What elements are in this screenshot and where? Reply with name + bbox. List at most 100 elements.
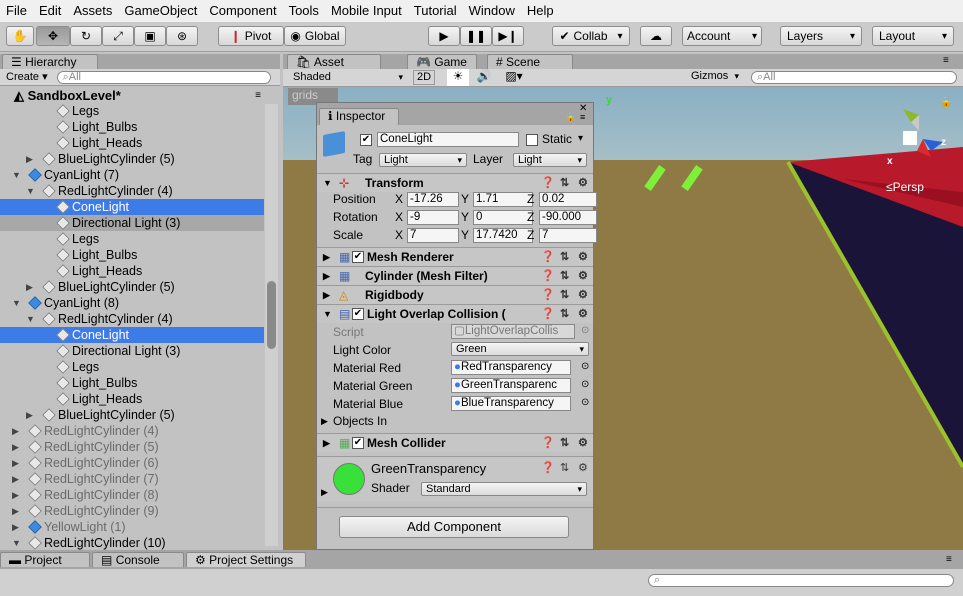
tab-asset-store[interactable]: 🛍 Asset Store — [287, 54, 381, 83]
hierarchy-row[interactable]: Light_Bulbs — [0, 247, 264, 263]
pivot-button[interactable]: ❙ Pivot — [218, 26, 284, 46]
menu-item-window[interactable]: Window — [463, 0, 521, 22]
transform-tool-button[interactable]: ⊛ — [166, 26, 198, 46]
menu-item-component[interactable]: Component — [203, 0, 282, 22]
tag-dropdown[interactable]: Light — [379, 153, 467, 167]
tab-console[interactable]: ▤ Console — [92, 552, 184, 567]
menu-item-file[interactable]: File — [0, 0, 33, 22]
tab-scene[interactable]: # Scene — [487, 54, 573, 69]
layer-dropdown[interactable]: Light — [513, 153, 587, 167]
preset-icon[interactable]: ⇅ — [560, 305, 569, 323]
hierarchy-row[interactable]: Legs — [0, 359, 264, 375]
menu-item-help[interactable]: Help — [521, 0, 560, 22]
lighting-toggle[interactable]: ☀ — [447, 69, 469, 86]
help-icon[interactable]: ❓ — [541, 434, 555, 452]
hierarchy-row[interactable]: ▼ CyanLight (7) — [0, 167, 264, 183]
gear-icon[interactable]: ⚙ — [578, 434, 588, 452]
expand-arrow-icon[interactable]: ▶ — [12, 439, 22, 455]
scl-z-field[interactable]: 7 — [539, 228, 597, 243]
collapse-arrow-icon[interactable]: ▼ — [26, 183, 36, 199]
shader-dropdown[interactable]: Standard — [421, 482, 587, 496]
menu-icon[interactable]: ≡ — [580, 112, 585, 122]
tab-inspector[interactable]: ℹ Inspector — [319, 108, 399, 125]
menu-item-gameobject[interactable]: GameObject — [118, 0, 203, 22]
layers-dropdown[interactable]: Layers — [780, 26, 862, 46]
preset-icon[interactable]: ⇅ — [560, 434, 569, 452]
gear-icon[interactable]: ⚙ — [578, 461, 588, 474]
hierarchy-row[interactable]: ▼ RedLightCylinder (4) — [0, 183, 264, 199]
scl-x-field[interactable]: 7 — [407, 228, 459, 243]
rect-tool-button[interactable]: ▣ — [134, 26, 166, 46]
hierarchy-row[interactable]: ConeLight — [0, 199, 264, 215]
hierarchy-row[interactable]: Light_Bulbs — [0, 119, 264, 135]
help-icon[interactable]: ❓ — [541, 248, 555, 266]
light-color-dropdown[interactable]: Green — [451, 342, 589, 356]
pos-x-field[interactable]: -17.26 — [407, 192, 459, 207]
material-blue-field[interactable]: ●BlueTransparency — [451, 396, 571, 411]
project-search-input[interactable]: ⌕ — [648, 574, 954, 587]
global-button[interactable]: ◉ Global — [284, 26, 346, 46]
2d-toggle[interactable]: 2D — [413, 70, 435, 85]
preset-icon[interactable]: ⇅ — [560, 248, 569, 266]
gear-icon[interactable]: ⚙ — [578, 305, 588, 323]
component-header-cylinder-mesh-filter[interactable]: ▶ ▦ Cylinder (Mesh Filter) ❓ ⇅ ⚙ — [317, 266, 593, 285]
collapse-arrow-icon[interactable]: ▼ — [12, 295, 22, 311]
menu-item-tutorial[interactable]: Tutorial — [408, 0, 463, 22]
cloud-button[interactable]: ☁ — [640, 26, 672, 46]
expand-arrow-icon[interactable]: ▶ — [12, 487, 22, 503]
hierarchy-row[interactable]: ▶ YellowLight (1) — [0, 519, 264, 535]
account-dropdown[interactable]: Account — [682, 26, 762, 46]
hierarchy-row[interactable]: Light_Heads — [0, 263, 264, 279]
persp-label[interactable]: ≤Persp — [886, 180, 924, 194]
mesh-collider-checkbox[interactable]: ✔ — [352, 437, 364, 449]
create-button[interactable]: Create ▾ — [3, 70, 51, 85]
hierarchy-row[interactable]: ▶ BlueLightCylinder (5) — [0, 279, 264, 295]
expand-arrow-icon[interactable]: ▶ — [12, 423, 22, 439]
scale-tool-button[interactable]: ⤢ — [102, 26, 134, 46]
expand-arrow-icon[interactable]: ▶ — [12, 519, 22, 535]
expand-arrow-icon[interactable]: ▶ — [12, 503, 22, 519]
layout-dropdown[interactable]: Layout — [872, 26, 954, 46]
rot-z-field[interactable]: -90.000 — [539, 210, 597, 225]
fold-arrow-icon[interactable]: ▶ — [321, 487, 328, 498]
move-tool-button[interactable]: ✥ — [36, 26, 70, 46]
audio-toggle[interactable]: 🔊 — [473, 69, 495, 86]
hierarchy-row[interactable]: Directional Light (3) — [0, 215, 264, 231]
hierarchy-row[interactable]: Directional Light (3) — [0, 343, 264, 359]
tab-project[interactable]: ▬ Project — [0, 552, 90, 567]
menu-item-assets[interactable]: Assets — [67, 0, 118, 22]
scrollbar-thumb[interactable] — [267, 281, 276, 349]
hierarchy-row[interactable]: ▶ RedLightCylinder (7) — [0, 471, 264, 487]
expand-arrow-icon[interactable]: ▶ — [26, 407, 36, 423]
component-enabled-checkbox[interactable]: ✔ — [352, 251, 364, 263]
hierarchy-row[interactable]: ▶ RedLightCylinder (9) — [0, 503, 264, 519]
scene-search-input[interactable]: ⌕All — [751, 71, 957, 84]
add-component-button[interactable]: Add Component — [339, 516, 569, 538]
pause-button[interactable]: ❚❚ — [460, 26, 492, 46]
object-picker-icon[interactable]: ⊙ — [581, 379, 589, 390]
object-picker-icon[interactable]: ⊙ — [581, 397, 589, 408]
tab-game[interactable]: 🎮 Game — [407, 54, 477, 69]
hierarchy-row[interactable]: ▼ CyanLight (8) — [0, 295, 264, 311]
static-dropdown-icon[interactable]: ▾ — [578, 133, 583, 144]
collab-button[interactable]: ✔ Collab — [552, 26, 630, 46]
component-enabled-checkbox[interactable]: ✔ — [352, 308, 364, 320]
hierarchy-row[interactable]: ▼ RedLightCylinder (4) — [0, 311, 264, 327]
tab-hierarchy[interactable]: ☰ Hierarchy — [2, 54, 98, 69]
tab-project-settings[interactable]: ⚙ Project Settings — [186, 552, 306, 567]
hierarchy-search-input[interactable]: ⌕All — [56, 70, 271, 84]
preset-icon[interactable]: ⇅ — [560, 286, 569, 304]
hierarchy-row[interactable]: Light_Bulbs — [0, 375, 264, 391]
rot-x-field[interactable]: -9 — [407, 210, 459, 225]
shaded-dropdown[interactable]: Shaded — [289, 71, 407, 85]
mesh-collider-header[interactable]: ▶ ▦ ✔ Mesh Collider ❓ ⇅ ⚙ — [317, 433, 593, 452]
expand-arrow-icon[interactable]: ▶ — [12, 455, 22, 471]
hierarchy-row[interactable]: ▶ RedLightCylinder (6) — [0, 455, 264, 471]
help-icon[interactable]: ❓ — [541, 267, 555, 285]
expand-arrow-icon[interactable]: ▶ — [26, 279, 36, 295]
hierarchy-row[interactable]: ConeLight — [0, 327, 264, 343]
gear-icon[interactable]: ⚙ — [578, 248, 588, 266]
menu-item-edit[interactable]: Edit — [33, 0, 67, 22]
rot-y-field[interactable]: 0 — [473, 210, 533, 225]
hierarchy-row[interactable]: ▶ RedLightCylinder (4) — [0, 423, 264, 439]
